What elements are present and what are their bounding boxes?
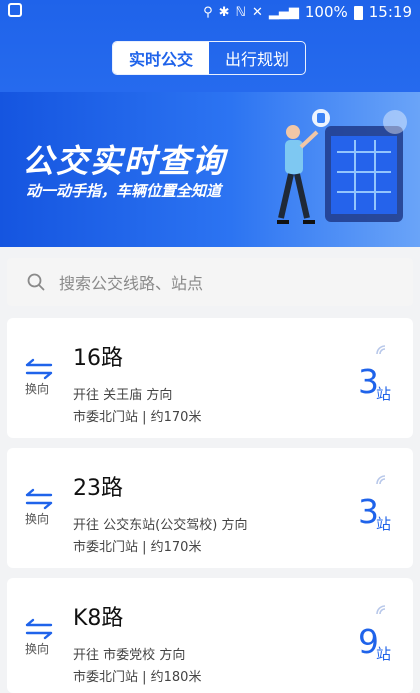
search-bar[interactable]: 搜索公交线路、站点 [7,258,413,306]
swap-direction-icon[interactable] [23,618,55,640]
route-direction: 开往 市委党校 方向 [73,648,186,663]
signal-icon: ▂▄▆ [268,4,299,20]
route-direction: 开往 公交东站(公交驾校) 方向 [73,518,248,533]
swap-label: 换向 [25,512,50,526]
notification-icon [8,3,22,17]
stops-unit: 站 [375,645,391,663]
tab-realtime-bus[interactable]: 实时公交 [113,42,209,74]
route-name: K8路 [73,606,124,631]
stops-unit: 站 [375,515,391,533]
promo-banner[interactable]: 公交实时查询 动一动手指，车辆位置全知道 [0,92,420,247]
header-area: ⚲ ✱ ℕ ✕ ▂▄▆ 100% 15:19 实时公交 出行规划 公交实时查询 … [0,0,420,247]
route-name: 16路 [73,346,123,371]
search-icon [27,273,45,291]
nearest-stop: 市委北门站 | 约170米 [73,540,202,555]
nearest-stop: 市委北门站 | 约170米 [73,410,202,425]
swap-label: 换向 [25,382,50,396]
realtime-signal-icon [376,345,386,355]
swap-direction-icon[interactable] [23,358,55,380]
nfc-icon: ℕ [235,4,246,20]
battery-icon [353,6,363,20]
tab-trip-planning[interactable]: 出行规划 [209,42,305,74]
route-card[interactable]: 换向 16路 开往 关王庙 方向 市委北门站 | 约170米 3 站 [7,318,413,438]
clock: 15:19 [368,3,412,21]
mute-icon: ✕ [251,4,263,20]
nearest-stop: 市委北门站 | 约180米 [73,670,202,685]
swap-label: 换向 [25,642,50,656]
mode-tabs: 实时公交 出行规划 [112,41,306,75]
bluetooth-icon: ✱ [218,4,230,20]
battery-percent: 100% [304,3,348,21]
route-card[interactable]: 换向 K8路 开往 市委党校 方向 市委北门站 | 约180米 9 站 [7,578,413,693]
banner-subtitle: 动一动手指，车辆位置全知道 [26,182,222,200]
location-icon: ⚲ [203,4,213,20]
banner-title: 公交实时查询 [22,142,227,180]
status-right: ⚲ ✱ ℕ ✕ ▂▄▆ 100% 15:19 [203,3,412,21]
realtime-signal-icon [376,475,386,485]
person-map-illustration [277,109,407,224]
status-bar: ⚲ ✱ ℕ ✕ ▂▄▆ 100% 15:19 [0,0,420,26]
stops-unit: 站 [375,385,391,403]
route-direction: 开往 关王庙 方向 [73,388,173,403]
swap-direction-icon[interactable] [23,488,55,510]
realtime-signal-icon [376,605,386,615]
route-name: 23路 [73,476,123,501]
route-card[interactable]: 换向 23路 开往 公交东站(公交驾校) 方向 市委北门站 | 约170米 3 … [7,448,413,568]
search-placeholder: 搜索公交线路、站点 [59,274,204,293]
